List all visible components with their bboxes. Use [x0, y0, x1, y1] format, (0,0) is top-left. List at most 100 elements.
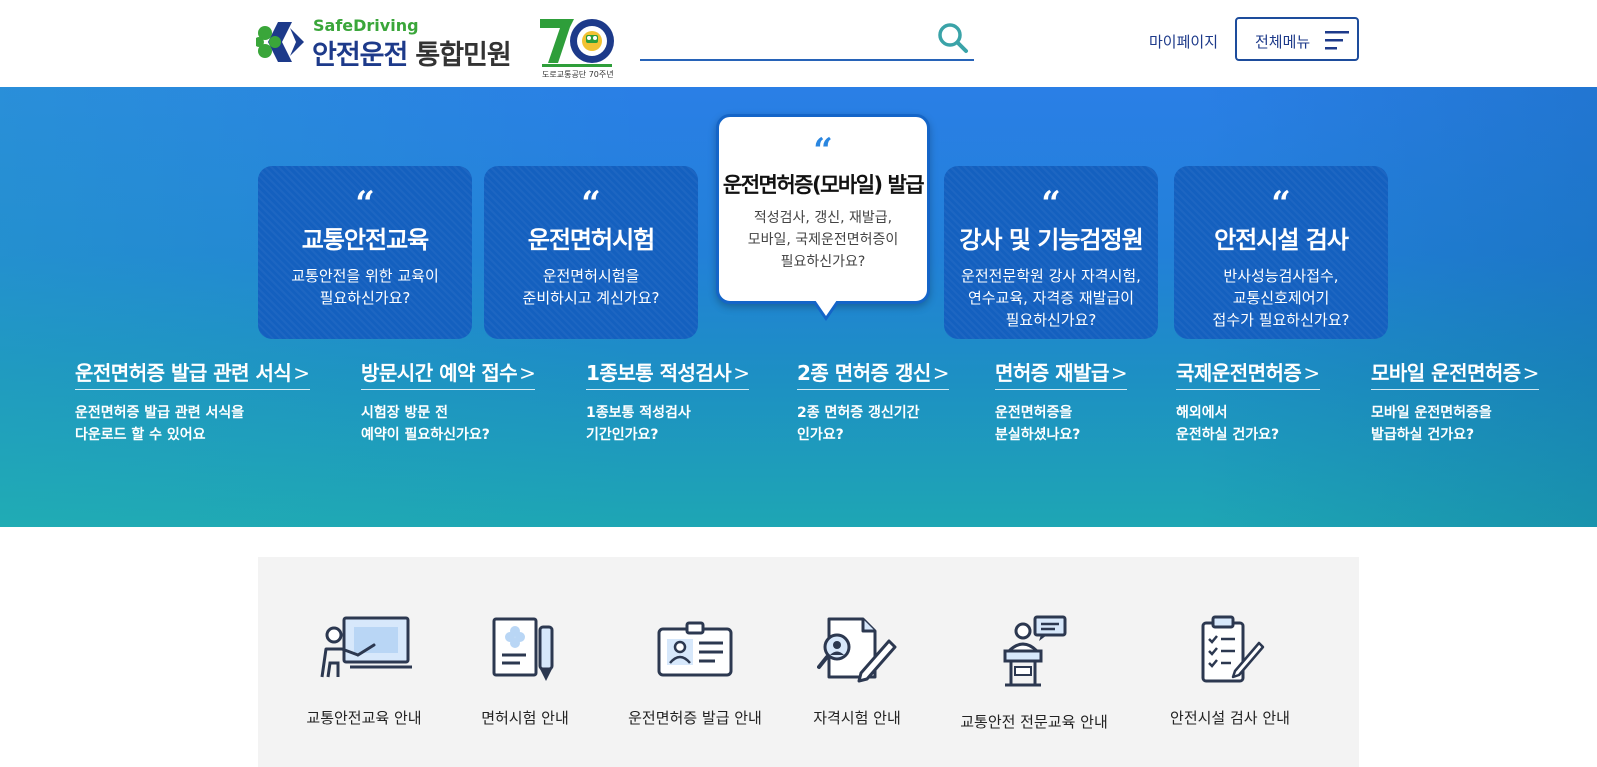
sublink-mobile-license[interactable]: 모바일 운전면허증 > 모바일 운전면허증을발급하실 건가요? [1371, 357, 1539, 446]
card-title: 운전면허시험 [527, 226, 655, 254]
sublink-title[interactable]: 2종 면허증 갱신 > [797, 357, 950, 390]
service-professional-education-guide[interactable]: 교통안전 전문교육 안내 [954, 615, 1114, 732]
hamburger-menu-icon [1325, 31, 1349, 50]
chevron-right-icon: > [1110, 361, 1128, 385]
sublink-visit-reservation[interactable]: 방문시간 예약 접수 > 시험장 방문 전예약이 필요하신가요? [361, 357, 536, 446]
sublink-title[interactable]: 운전면허증 발급 관련 서식 > [75, 357, 310, 390]
sublink-desc-line: 운전하실 건가요? [1176, 427, 1280, 443]
sublink-title-text: 방문시간 예약 접수 [361, 361, 518, 385]
sublink-license-forms[interactable]: 운전면허증 발급 관련 서식 > 운전면허증 발급 관련 서식을 다운로드 할 수 … [75, 357, 310, 446]
sublink-desc-line: 1종보통 적성검사 [586, 405, 691, 421]
sublink-description: 운전면허증을분실하셨나요? [995, 402, 1127, 446]
sublink-international-license[interactable]: 국제운전면허증 > 해외에서운전하실 건가요? [1176, 357, 1320, 446]
sublink-desc-line: 운전면허증을 [995, 405, 1073, 421]
sublink-desc-line: 시험장 방문 전 [361, 405, 449, 421]
card-desc-line: 준비하시고 계신가요? [522, 289, 660, 307]
service-license-issuance-guide[interactable]: 운전면허증 발급 안내 [620, 615, 770, 728]
sublink-description: 시험장 방문 전예약이 필요하신가요? [361, 402, 535, 446]
service-label: 안전시설 검사 안내 [1170, 709, 1290, 727]
sublink-description: 1종보통 적성검사기간인가요? [586, 402, 749, 446]
sublink-title[interactable]: 1종보통 적성검사 > [586, 357, 750, 390]
card-license-exam[interactable]: “ 운전면허시험 운전면허시험을 준비하시고 계신가요? [484, 166, 698, 339]
sublink-title[interactable]: 모바일 운전면허증 > [1371, 357, 1539, 390]
service-guide-panel: 교통안전교육 안내 면허시험 안내 운전면허증 발급 안내 자격시험 안내 교통… [258, 557, 1359, 767]
quote-icon: “ [1271, 184, 1291, 224]
service-label: 자격시험 안내 [813, 709, 901, 727]
service-license-exam-guide[interactable]: 면허시험 안내 [470, 615, 580, 728]
sublink-license-reissue[interactable]: 면허증 재발급 > 운전면허증을분실하셨나요? [995, 357, 1128, 446]
quote-icon: “ [1041, 184, 1061, 224]
card-desc-line: 교통안전을 위한 교육이 [291, 267, 439, 285]
service-label: 운전면허증 발급 안내 [628, 709, 762, 727]
logo-title-primary: 안전운전 [312, 40, 408, 71]
sublink-description: 모바일 운전면허증을발급하실 건가요? [1371, 402, 1539, 446]
sublink-title[interactable]: 국제운전면허증 > [1176, 357, 1320, 390]
card-description: 운전전문학원 강사 자격시험, 연수교육, 자격증 재발급이 필요하신가요? [944, 265, 1158, 331]
quote-icon: “ [813, 131, 833, 171]
card-desc-line: 필요하신가요? [319, 289, 411, 307]
card-license-issuance-active[interactable]: “ 운전면허증(모바일) 발급 적성검사, 갱신, 재발급, 모바일, 국제운전면… [716, 114, 930, 321]
sublink-title-text: 국제운전면허증 [1176, 361, 1302, 385]
card-desc-line: 접수가 필요하신가요? [1212, 311, 1350, 329]
service-facility-inspection-guide[interactable]: 안전시설 검사 안내 [1160, 615, 1300, 728]
document-pen-icon [492, 617, 554, 681]
sublink-title[interactable]: 면허증 재발급 > [995, 357, 1128, 390]
card-instructor-examiner[interactable]: “ 강사 및 기능검정원 운전전문학원 강사 자격시험, 연수교육, 자격증 재발… [944, 166, 1158, 339]
site-header: SafeDriving 안전운전 통합민원 도로교통공단 70주년 마이페이지 전… [0, 0, 1597, 87]
sublink-description: 2종 면허증 갱신기간 인가요? [797, 402, 949, 446]
card-desc-line: 모바일, 국제운전면허증이 [747, 232, 899, 248]
card-title: 안전시설 검사 [1214, 226, 1349, 254]
teacher-board-icon [320, 616, 412, 678]
chevron-right-icon: > [293, 361, 310, 385]
safe-driving-logo-icon [256, 22, 304, 62]
service-label: 교통안전교육 안내 [306, 709, 422, 727]
card-traffic-safety-education[interactable]: “ 교통안전교육 교통안전을 위한 교육이필요하신가요? [258, 166, 472, 339]
sublink-title-text: 면허증 재발급 [995, 361, 1109, 385]
chevron-right-icon: > [733, 361, 750, 385]
service-label: 면허시험 안내 [481, 709, 569, 727]
sublink-desc-line: 예약이 필요하신가요? [361, 427, 490, 443]
sublink-description: 운전면허증 발급 관련 서식을 다운로드 할 수 있어요 [75, 402, 310, 446]
sublink-desc-line: 다운로드 할 수 있어요 [75, 427, 206, 443]
sublink-title-text: 2종 면허증 갱신 [797, 361, 931, 385]
sublink-desc-line: 기간인가요? [586, 427, 659, 443]
sublink-desc-line: 모바일 운전면허증을 [1371, 405, 1492, 421]
card-safety-facility-inspection[interactable]: “ 안전시설 검사 반사성능검사접수, 교통신호제어기 접수가 필요하신가요? [1174, 166, 1388, 339]
all-menu-button[interactable]: 전체메뉴 [1235, 17, 1359, 61]
clipboard-checklist-icon [1201, 615, 1265, 683]
all-menu-label: 전체메뉴 [1255, 33, 1311, 51]
card-description: 적성검사, 갱신, 재발급, 모바일, 국제운전면허증이 필요하신가요? [719, 207, 927, 273]
search-bar [640, 18, 974, 61]
card-desc-line: 연수교육, 자격증 재발급이 [967, 289, 1135, 307]
card-desc-line: 운전면허시험을 [542, 267, 640, 285]
podium-speaker-icon [1003, 615, 1067, 687]
sublink-class2-renewal[interactable]: 2종 면허증 갱신 > 2종 면허증 갱신기간 인가요? [797, 357, 950, 446]
sublink-title[interactable]: 방문시간 예약 접수 > [361, 357, 536, 390]
chevron-right-icon: > [1303, 361, 1320, 385]
sublink-title-text: 모바일 운전면허증 [1371, 361, 1521, 385]
search-input[interactable] [640, 24, 930, 54]
anniversary-caption: 도로교통공단 70주년 [542, 70, 614, 79]
search-document-pen-icon [817, 617, 897, 683]
sublink-title-text: 1종보통 적성검사 [586, 361, 732, 385]
card-title: 강사 및 기능검정원 [959, 226, 1143, 254]
card-desc-line: 적성검사, 갱신, 재발급, [753, 210, 893, 226]
chevron-right-icon: > [1522, 361, 1540, 385]
service-qualification-exam-guide[interactable]: 자격시험 안내 [802, 615, 912, 728]
card-desc-line: 교통신호제어기 [1232, 289, 1330, 307]
service-traffic-safety-education[interactable]: 교통안전교육 안내 [294, 615, 434, 728]
logo-title-secondary: 통합민원 [415, 40, 511, 71]
card-description: 운전면허시험을준비하시고 계신가요? [484, 265, 698, 309]
sublink-desc-line: 분실하셨나요? [995, 427, 1081, 443]
card-title: 교통안전교육 [301, 226, 429, 254]
quote-icon: “ [355, 184, 375, 224]
sublink-desc-line: 발급하실 건가요? [1371, 427, 1475, 443]
mypage-link[interactable]: 마이페이지 [1149, 31, 1218, 52]
search-icon[interactable] [936, 21, 970, 55]
speech-bubble-tail-inner [815, 300, 837, 316]
sublink-desc-line: 해외에서 [1176, 405, 1228, 421]
service-label: 교통안전 전문교육 안내 [960, 713, 1108, 731]
sublink-description: 해외에서운전하실 건가요? [1176, 402, 1320, 446]
sublink-class1-aptitude-test[interactable]: 1종보통 적성검사 > 1종보통 적성검사 기간인가요? [586, 357, 750, 446]
site-logo[interactable]: SafeDriving 안전운전 통합민원 도로교통공단 70주년 [256, 15, 616, 80]
